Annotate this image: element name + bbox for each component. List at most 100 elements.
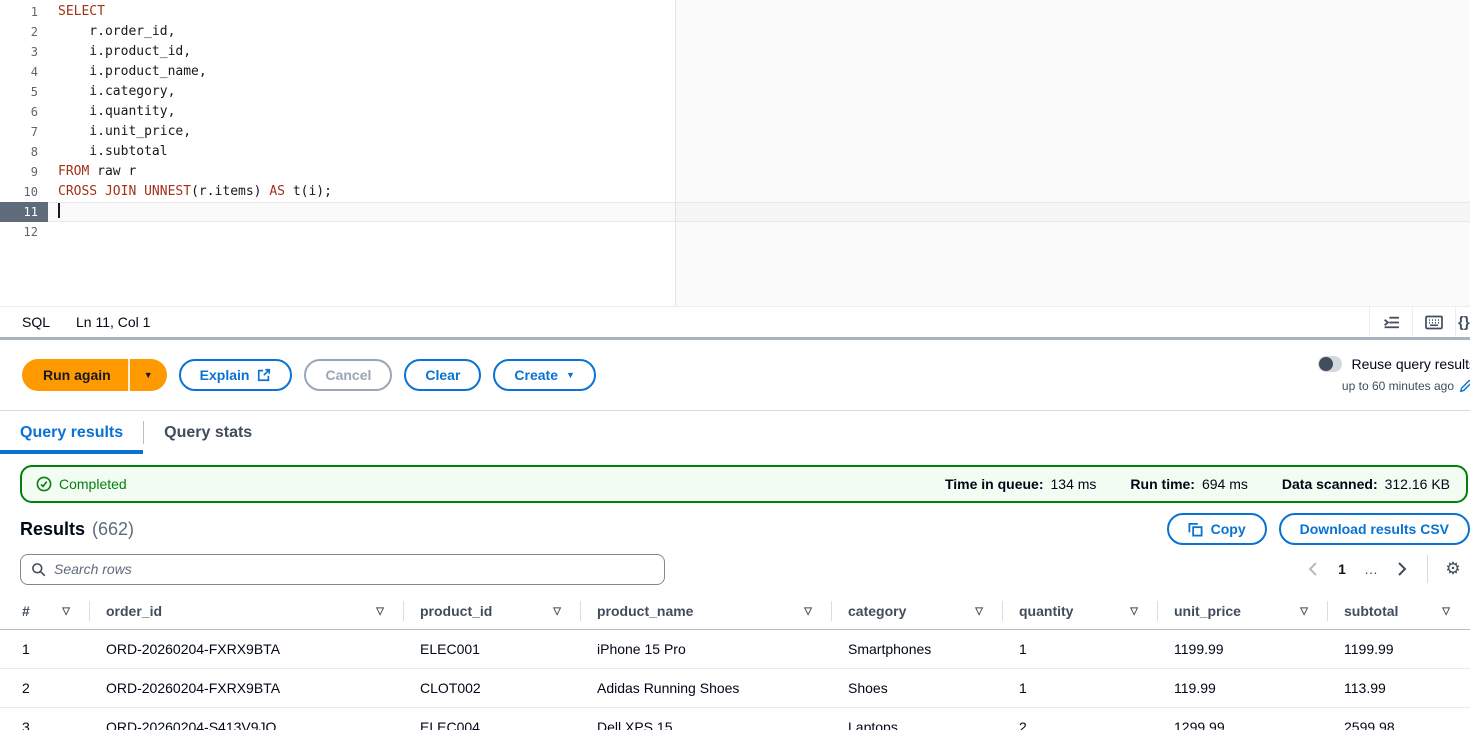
- column-header-subtotal[interactable]: subtotal▽: [1328, 593, 1470, 629]
- code-line[interactable]: 5 i.category,: [0, 82, 1470, 102]
- reuse-results-toggle[interactable]: [1318, 356, 1342, 372]
- page-ellipsis: …: [1357, 561, 1387, 577]
- code-text: SELECT: [48, 2, 105, 22]
- code-line[interactable]: 7 i.unit_price,: [0, 122, 1470, 142]
- column-label: product_id: [420, 603, 492, 619]
- column-label: category: [848, 603, 906, 619]
- sql-editor[interactable]: 1SELECT2 r.order_id,3 i.product_id,4 i.p…: [0, 0, 1470, 306]
- clear-button[interactable]: Clear: [404, 359, 481, 391]
- copy-button[interactable]: Copy: [1167, 513, 1267, 545]
- column-filter-icon[interactable]: ▽: [1300, 606, 1308, 617]
- code-line[interactable]: 8 i.subtotal: [0, 142, 1470, 162]
- column-header-product_name[interactable]: product_name ▽: [581, 593, 832, 629]
- column-header-quantity[interactable]: quantity ▽: [1003, 593, 1158, 629]
- column-filter-icon[interactable]: ▽: [376, 606, 384, 617]
- page-number-current[interactable]: 1: [1327, 561, 1357, 577]
- table-cell: CLOT002: [404, 669, 581, 707]
- line-number: 1: [0, 2, 48, 22]
- code-text: i.subtotal: [48, 142, 168, 162]
- table-cell: 113.99: [1328, 669, 1470, 707]
- cancel-button[interactable]: Cancel: [304, 359, 392, 391]
- results-tabs: Query results Query stats: [0, 410, 1470, 454]
- next-page-button[interactable]: [1387, 562, 1417, 576]
- table-cell: 3: [0, 708, 90, 730]
- column-label: product_name: [597, 603, 693, 619]
- code-line[interactable]: 1SELECT: [0, 2, 1470, 22]
- editor-status-bar: SQL Ln 11, Col 1 {}: [0, 306, 1470, 340]
- table-cell: 1199.99: [1158, 630, 1328, 668]
- column-filter-icon[interactable]: ▽: [1130, 606, 1138, 617]
- column-header-order_id[interactable]: order_id▽: [90, 593, 404, 629]
- query-stat: Data scanned:312.16 KB: [1282, 476, 1450, 492]
- table-cell: Smartphones: [832, 630, 1003, 668]
- column-header-product_id[interactable]: product_id ▽: [404, 593, 581, 629]
- code-text: i.unit_price,: [48, 122, 191, 142]
- table-cell: 1199.99: [1328, 630, 1470, 668]
- code-text: FROM raw r: [48, 162, 136, 182]
- text-cursor: [58, 203, 60, 218]
- run-options-caret-button[interactable]: ▼: [130, 359, 167, 391]
- tab-query-stats[interactable]: Query stats: [144, 411, 272, 454]
- table-cell: 2: [0, 669, 90, 707]
- explain-button[interactable]: Explain: [179, 359, 293, 391]
- chevron-left-icon: [1308, 562, 1317, 576]
- code-line[interactable]: 12: [0, 222, 1470, 242]
- results-table: #▽order_id▽product_id▽product_name▽categ…: [0, 593, 1470, 730]
- table-cell: 1: [1003, 669, 1158, 707]
- line-number: 11: [0, 202, 48, 222]
- run-again-split-button: Run again ▼: [22, 359, 167, 391]
- download-results-csv-button[interactable]: Download results CSV: [1279, 513, 1470, 545]
- code-text: CROSS JOIN UNNEST(r.items) AS t(i);: [48, 182, 332, 202]
- caret-down-icon: ▼: [566, 370, 575, 380]
- stat-value: 134 ms: [1051, 476, 1097, 492]
- settings-gear-icon[interactable]: ⚙: [1438, 559, 1468, 579]
- code-line[interactable]: 2 r.order_id,: [0, 22, 1470, 42]
- column-header-category[interactable]: category ▽: [832, 593, 1003, 629]
- line-number: 4: [0, 62, 48, 82]
- copy-icon: [1188, 522, 1203, 537]
- caret-down-icon: ▼: [144, 370, 153, 380]
- run-again-button[interactable]: Run again: [22, 359, 128, 391]
- results-header: Results (662) Copy Download results CSV: [20, 512, 1470, 546]
- column-filter-icon[interactable]: ▽: [62, 606, 70, 617]
- code-lines: 1SELECT2 r.order_id,3 i.product_id,4 i.p…: [0, 2, 1470, 242]
- column-header-unit_price[interactable]: unit_price ▽: [1158, 593, 1328, 629]
- edit-pencil-icon[interactable]: [1459, 379, 1470, 393]
- search-rows-input[interactable]: [54, 561, 654, 577]
- results-toolbar: 1 … ⚙: [20, 553, 1470, 585]
- column-filter-icon[interactable]: ▽: [804, 606, 812, 617]
- code-line[interactable]: 11: [0, 202, 1470, 222]
- format-code-icon[interactable]: [1370, 307, 1412, 337]
- table-cell: 1: [0, 630, 90, 668]
- code-line[interactable]: 4 i.product_name,: [0, 62, 1470, 82]
- braces-icon[interactable]: {}: [1456, 307, 1470, 337]
- code-line[interactable]: 9FROM raw r: [0, 162, 1470, 182]
- table-cell: 119.99: [1158, 669, 1328, 707]
- create-button[interactable]: Create ▼: [493, 359, 596, 391]
- keyboard-shortcuts-icon[interactable]: [1413, 307, 1455, 337]
- check-circle-icon: [36, 476, 52, 492]
- line-number: 8: [0, 142, 48, 162]
- column-filter-icon[interactable]: ▽: [975, 606, 983, 617]
- code-text: r.order_id,: [48, 22, 175, 42]
- table-cell: ORD-20260204-FXRX9BTA: [90, 669, 404, 707]
- tab-query-results[interactable]: Query results: [0, 411, 143, 454]
- search-box[interactable]: [20, 554, 665, 585]
- table-cell: Adidas Running Shoes: [581, 669, 832, 707]
- column-filter-icon[interactable]: ▽: [553, 606, 561, 617]
- previous-page-button[interactable]: [1297, 562, 1327, 576]
- column-label: quantity: [1019, 603, 1073, 619]
- banner-stats: Time in queue:134 msRun time:694 msData …: [945, 476, 1450, 492]
- column-header-row-index[interactable]: #▽: [0, 593, 90, 629]
- code-line[interactable]: 10CROSS JOIN UNNEST(r.items) AS t(i);: [0, 182, 1470, 202]
- table-body: 1ORD-20260204-FXRX9BTAELEC001iPhone 15 P…: [0, 630, 1470, 730]
- results-title: Results: [20, 519, 85, 540]
- stat-label: Run time:: [1130, 476, 1195, 492]
- column-label: unit_price: [1174, 603, 1241, 619]
- stat-label: Data scanned:: [1282, 476, 1378, 492]
- code-line[interactable]: 3 i.product_id,: [0, 42, 1470, 62]
- column-filter-icon[interactable]: ▽: [1442, 606, 1450, 617]
- code-line[interactable]: 6 i.quantity,: [0, 102, 1470, 122]
- cursor-position-label: Ln 11, Col 1: [76, 314, 150, 330]
- divider: [1427, 555, 1428, 583]
